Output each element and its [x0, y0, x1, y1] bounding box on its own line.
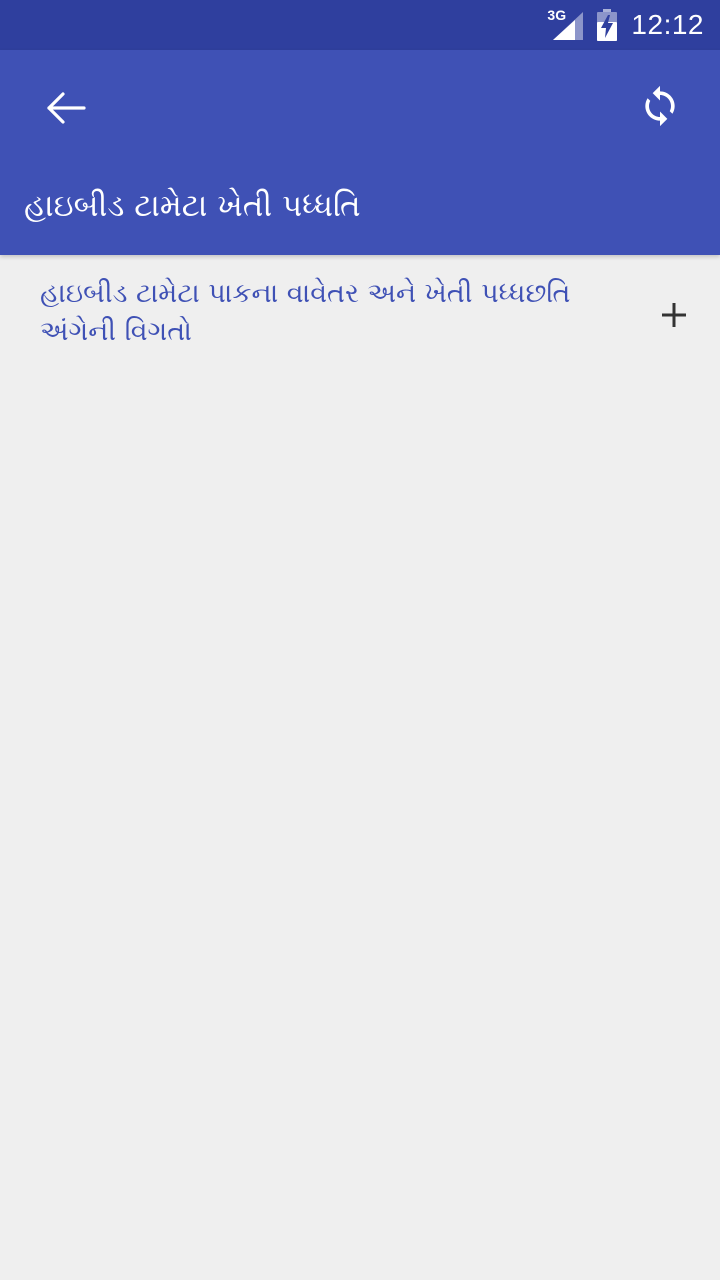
signal-icon [553, 12, 584, 40]
expand-button[interactable] [654, 295, 694, 335]
app-bar: હાઇબીડ ટામેટા ખેતી પધ્ધતિ [0, 50, 720, 255]
plus-icon [662, 303, 686, 327]
battery-charging-icon [597, 9, 618, 41]
content-list: હાઇબીડ ટામેટા પાકના વાવેતર અને ખેતી પધ્ધ… [0, 255, 720, 1280]
refresh-button[interactable] [620, 70, 700, 142]
network-indicator: 3G [547, 8, 584, 42]
status-bar: 3G 12:12 [0, 0, 720, 50]
refresh-icon [645, 85, 675, 127]
page-title: હાઇબીડ ટામેટા ખેતી પધ્ધતિ [24, 188, 361, 224]
accordion-item[interactable]: હાઇબીડ ટામેટા પાકના વાવેતર અને ખેતી પધ્ધ… [0, 255, 720, 375]
back-arrow-icon [47, 92, 86, 124]
accordion-item-label: હાઇબીડ ટામેટા પાકના વાવેતર અને ખેતી પધ્ધ… [40, 278, 571, 347]
clock: 12:12 [631, 9, 704, 40]
status-icons: 3G 12:12 [547, 0, 704, 50]
back-button[interactable] [30, 72, 102, 144]
